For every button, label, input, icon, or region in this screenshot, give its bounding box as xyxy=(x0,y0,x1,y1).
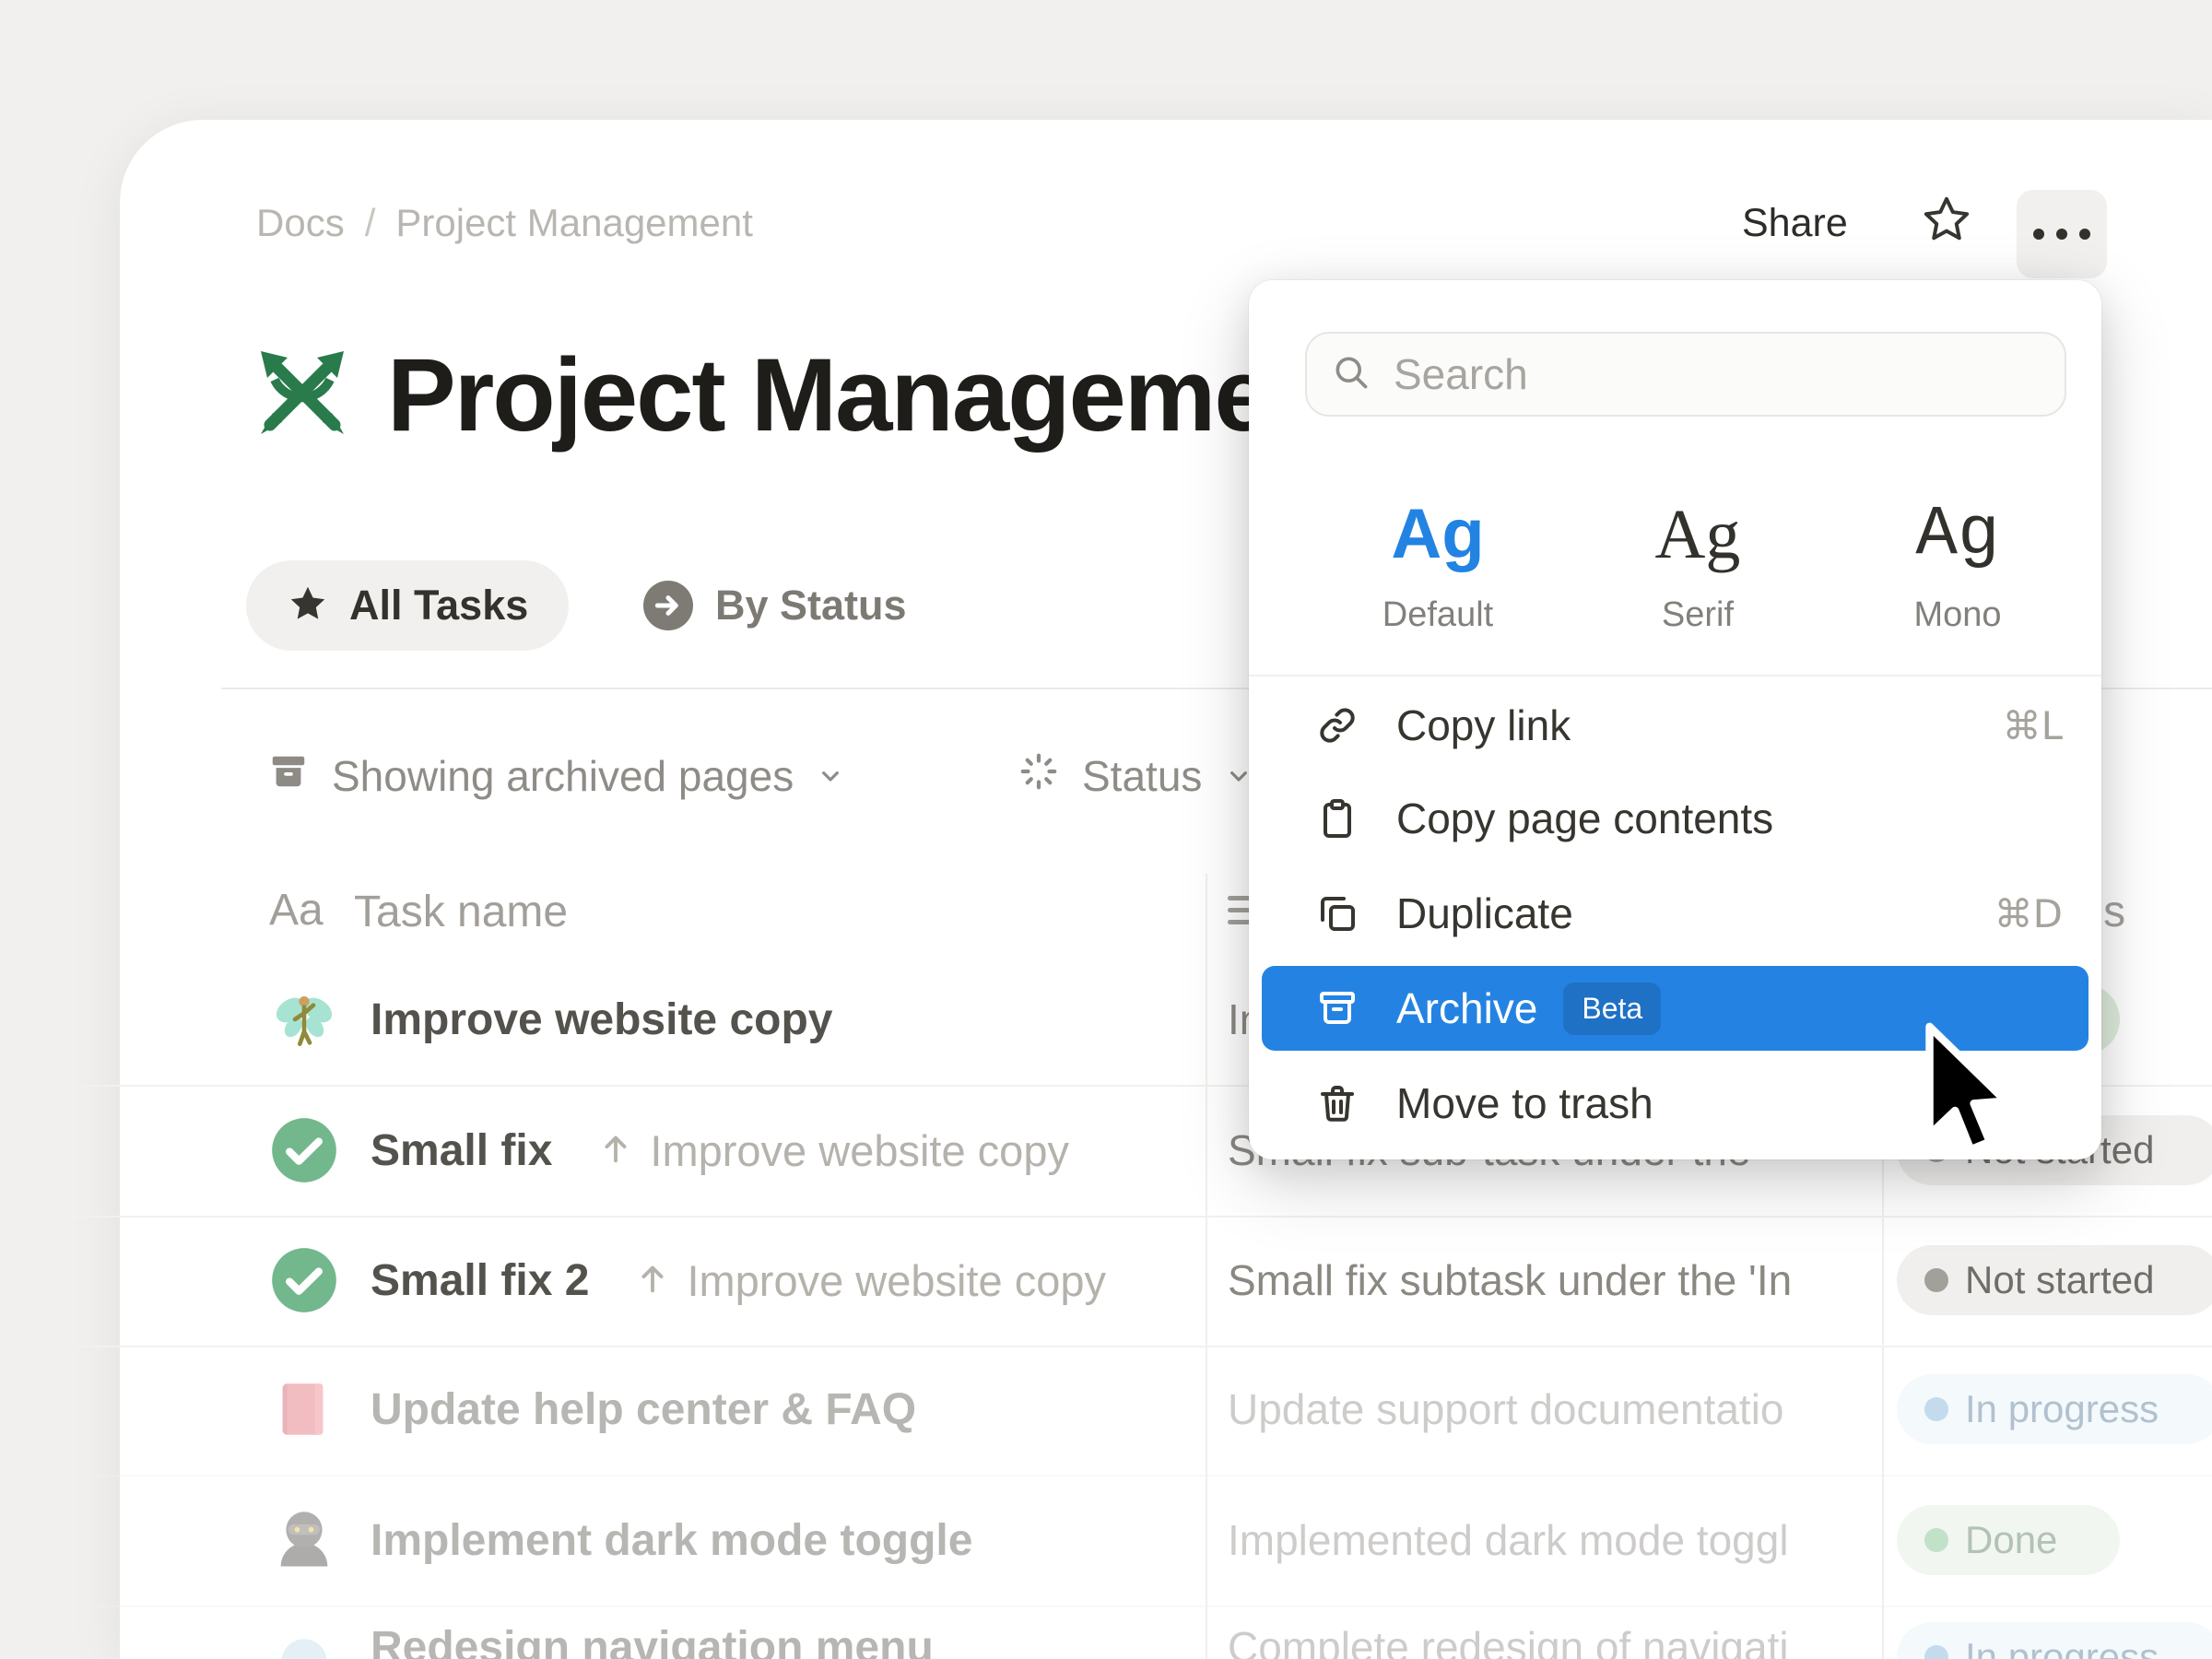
task-title[interactable]: Implement dark mode toggle xyxy=(371,1515,972,1566)
more-options-button[interactable] xyxy=(2017,190,2107,278)
notion-window: Docs / Project Management Share xyxy=(0,0,2212,1659)
task-description: Small fix subtask under the 'In xyxy=(1228,1215,1864,1346)
mouse-cursor xyxy=(1919,1021,2011,1168)
font-option-default[interactable]: Ag Default xyxy=(1346,476,1530,669)
breadcrumb-separator: / xyxy=(365,201,376,245)
page-title: Project Management xyxy=(387,335,1363,454)
status-badge[interactable]: In progress xyxy=(1897,1622,2212,1659)
share-button[interactable]: Share xyxy=(1742,201,1848,246)
table-row-archived[interactable]: Update help center & FAQ Update support … xyxy=(0,1344,2212,1477)
task-title[interactable]: Update help center & FAQ xyxy=(371,1384,916,1435)
star-filled-icon xyxy=(287,582,329,629)
status-badge[interactable]: Done xyxy=(1897,1505,2120,1575)
task-title[interactable]: Small fix 2 xyxy=(371,1255,589,1306)
menu-search[interactable] xyxy=(1305,332,2066,417)
ellipsis-icon xyxy=(2033,229,2044,240)
tab-all-tasks-label: All Tasks xyxy=(349,582,528,629)
task-description: Implemented dark mode toggl xyxy=(1228,1475,1864,1606)
arrow-up-icon xyxy=(631,1257,674,1304)
font-option-mono[interactable]: Ag Mono xyxy=(1865,476,2050,669)
red-book-emoji xyxy=(267,1372,341,1446)
task-title[interactable]: Redesign navigation menu xyxy=(371,1622,934,1659)
breadcrumb-current[interactable]: Project Management xyxy=(395,201,753,245)
tab-by-status[interactable]: By Status xyxy=(643,560,907,651)
font-option-serif[interactable]: Ag Serif xyxy=(1606,476,1790,669)
archive-icon xyxy=(1315,986,1359,1030)
tab-by-status-label: By Status xyxy=(715,582,907,629)
status-badge[interactable]: In progress xyxy=(1897,1374,2212,1444)
archived-filter[interactable]: Showing archived pages xyxy=(267,750,845,802)
tab-all-tasks[interactable]: All Tasks xyxy=(246,560,569,651)
check-emoji xyxy=(267,1243,341,1317)
menu-item-copy-link[interactable]: Copy link ⌘L xyxy=(1262,681,2088,770)
table-row[interactable]: Small fix 2 Improve website copy Small f… xyxy=(0,1215,2212,1347)
duplicate-icon xyxy=(1315,891,1359,935)
title-property-icon: Aa xyxy=(269,885,324,935)
star-outline-icon xyxy=(1921,194,1972,250)
favorite-button[interactable] xyxy=(1917,192,1976,251)
chevron-down-icon xyxy=(816,751,845,801)
column-header-task-name[interactable]: Task name xyxy=(354,887,568,937)
menu-separator xyxy=(1249,675,2101,677)
breadcrumb: Docs / Project Management xyxy=(256,201,753,245)
fairy-emoji xyxy=(267,982,341,1056)
blue-cap-emoji xyxy=(267,1622,341,1659)
task-description: Complete redesign of navigati xyxy=(1228,1606,1864,1659)
status-filter[interactable]: Status xyxy=(1018,750,1253,802)
clipboard-icon xyxy=(1315,796,1359,841)
menu-item-duplicate[interactable]: Duplicate ⌘D xyxy=(1262,869,2088,958)
arrow-up-icon xyxy=(594,1127,637,1174)
parent-task-ref[interactable]: Improve website copy xyxy=(631,1255,1106,1306)
search-icon xyxy=(1331,352,1371,397)
table-row-archived[interactable]: Implement dark mode toggle Implemented d… xyxy=(0,1475,2212,1607)
task-description: Update support documentatio xyxy=(1228,1344,1864,1475)
arrow-circle-icon xyxy=(643,581,693,630)
status-burst-icon xyxy=(1018,750,1060,803)
status-badge[interactable]: Not started xyxy=(1897,1245,2212,1315)
task-title[interactable]: Small fix xyxy=(371,1125,552,1176)
breadcrumb-docs[interactable]: Docs xyxy=(256,201,345,245)
archived-filter-label: Showing archived pages xyxy=(332,751,794,801)
beta-badge: Beta xyxy=(1563,982,1661,1035)
search-input[interactable] xyxy=(1392,348,2041,400)
menu-item-copy-page-contents[interactable]: Copy page contents xyxy=(1262,774,2088,863)
archive-box-icon xyxy=(267,750,310,803)
check-emoji xyxy=(267,1113,341,1187)
table-row-archived[interactable]: Redesign navigation menu Complete redesi… xyxy=(0,1606,2212,1659)
ninja-emoji xyxy=(267,1503,341,1577)
parent-task-ref[interactable]: Improve website copy xyxy=(594,1125,1069,1176)
page-icon-crossed-arrows[interactable] xyxy=(247,337,358,448)
task-title[interactable]: Improve website copy xyxy=(371,994,833,1045)
status-filter-label: Status xyxy=(1082,751,1202,801)
trash-icon xyxy=(1315,1081,1359,1125)
link-icon xyxy=(1315,703,1359,747)
